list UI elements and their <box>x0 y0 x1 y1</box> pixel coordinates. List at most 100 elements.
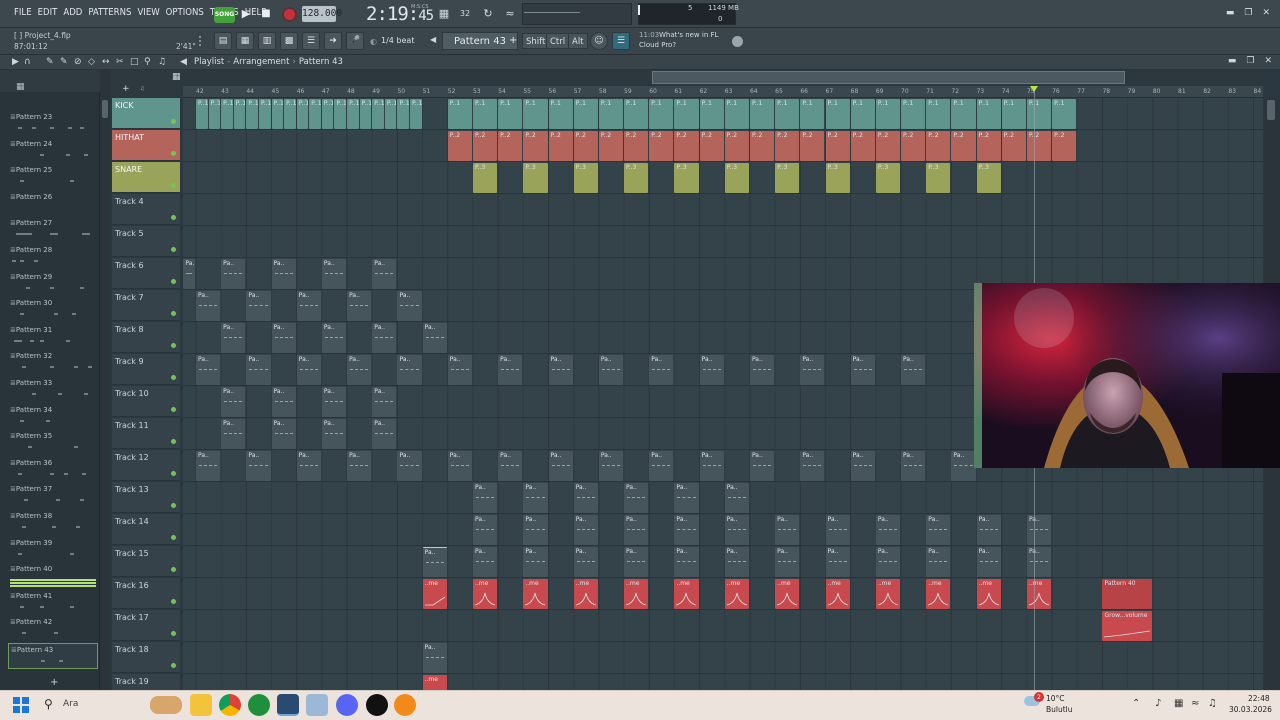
pattern-clip[interactable]: Pa.. <box>397 451 422 481</box>
menu-add[interactable]: ADD <box>63 7 82 18</box>
pattern-clip[interactable]: Pa.. <box>901 451 926 481</box>
pattern-clip[interactable]: Pa.. <box>422 547 447 577</box>
pattern-clip[interactable]: P..1 <box>749 99 775 129</box>
mixer-icon[interactable]: ☰ <box>302 32 320 50</box>
pattern-clip[interactable]: P..1 <box>372 99 384 129</box>
automation-clip[interactable]: ..me <box>422 579 447 609</box>
pattern-clip[interactable]: Pa.. <box>926 547 951 577</box>
pattern-clip[interactable]: Pa.. <box>598 355 624 385</box>
snap-select[interactable]: 1/4 beat <box>381 36 414 45</box>
automation-clip[interactable]: ..me <box>825 579 850 609</box>
pattern-clip[interactable]: Pa.. <box>422 643 447 673</box>
song-mode-toggle[interactable]: SONG <box>214 7 235 23</box>
pattern-clip[interactable]: Pa.. <box>825 547 850 577</box>
discord-icon[interactable] <box>336 694 358 716</box>
ctrl-key-button[interactable]: Ctrl <box>546 33 570 49</box>
pattern-clip[interactable]: P..2 <box>775 131 800 161</box>
pattern-clip[interactable]: Pa.. <box>183 259 195 289</box>
pattern-clip[interactable]: P..1 <box>498 99 523 129</box>
add-track-icon[interactable]: + <box>122 84 130 94</box>
add-pattern-icon[interactable]: + <box>509 35 517 46</box>
pattern-clip[interactable]: Pa.. <box>649 355 674 385</box>
playlist-minimize-icon[interactable]: ▬ <box>1228 56 1237 66</box>
pattern-clip[interactable]: P..2 <box>951 131 976 161</box>
file-explorer-icon[interactable] <box>190 694 212 716</box>
playlist-icon[interactable]: ▤ <box>214 32 232 50</box>
pattern-clip[interactable]: P..2 <box>976 131 1001 161</box>
pattern-clip[interactable]: P..1 <box>196 99 208 129</box>
weather-temperature[interactable]: 10°C <box>1046 694 1065 703</box>
pattern-clip[interactable]: P..2 <box>850 131 875 161</box>
track-mute-led[interactable] <box>171 567 176 572</box>
pattern-clip[interactable]: Pa.. <box>1026 515 1052 545</box>
pattern-clip[interactable]: P..2 <box>926 131 951 161</box>
pattern-clip[interactable]: P..1 <box>875 99 901 129</box>
pattern-selector[interactable]: Pattern 43 <box>442 32 518 50</box>
plugin-icon[interactable]: ➜ <box>324 32 342 50</box>
track-mute-led[interactable] <box>171 119 176 124</box>
track-mute-led[interactable] <box>171 215 176 220</box>
pattern-clip[interactable]: P..2 <box>1001 131 1026 161</box>
select-tool-icon[interactable]: □ <box>130 57 139 67</box>
pattern-clip[interactable]: P..1 <box>825 99 850 129</box>
pattern-clip[interactable]: Pa.. <box>447 451 472 481</box>
pattern-clip[interactable]: Pa.. <box>246 355 271 385</box>
news-icon[interactable] <box>732 36 743 47</box>
pattern-item[interactable]: Pattern 40 <box>8 563 98 589</box>
menu-patterns[interactable]: PATTERNS <box>88 7 131 18</box>
track-mute-led[interactable] <box>171 631 176 636</box>
pattern-clip[interactable]: Pa.. <box>372 387 397 417</box>
pattern-clip[interactable]: Pa.. <box>271 259 296 289</box>
track-header[interactable]: HITHAT <box>112 130 180 161</box>
pattern-item[interactable]: Pattern 37 <box>8 483 98 509</box>
pattern-item[interactable]: Pattern 24 <box>8 138 98 164</box>
pattern-item[interactable]: Pattern 26 <box>8 191 98 217</box>
pattern-clip[interactable]: Pa.. <box>246 291 271 321</box>
slip-tool-icon[interactable]: ↔ <box>102 57 110 67</box>
pattern-clip[interactable]: Pa.. <box>472 515 498 545</box>
pattern-clip[interactable]: P..1 <box>472 99 498 129</box>
menu-view[interactable]: VIEW <box>137 7 159 18</box>
pattern-clip[interactable]: Pa.. <box>422 323 447 353</box>
pattern-clip[interactable]: Pa.. <box>775 515 800 545</box>
pattern-clip[interactable]: Pa.. <box>548 451 573 481</box>
playback-tool-icon[interactable]: ♫ <box>158 57 166 67</box>
widget-image-icon[interactable] <box>150 696 182 714</box>
pattern-clip[interactable]: Pa.. <box>951 451 976 481</box>
track-header[interactable]: Track 10 <box>112 386 180 417</box>
channel-rack-icon[interactable]: ▦ <box>236 32 254 50</box>
pattern-item[interactable]: Pattern 41 <box>8 590 98 616</box>
track-header[interactable]: Track 9 <box>112 354 180 385</box>
playlist-close-icon[interactable]: ✕ <box>1264 56 1272 66</box>
pattern-clip[interactable]: P..1 <box>284 99 296 129</box>
pattern-clip[interactable]: Pa.. <box>221 323 246 353</box>
pattern-clip[interactable]: Pa.. <box>321 419 347 449</box>
pattern-clip[interactable]: Pa.. <box>624 483 649 513</box>
pattern-clip[interactable]: P..3 <box>573 163 598 193</box>
pattern-clip[interactable]: Pa.. <box>472 547 498 577</box>
pattern-clip[interactable]: P..3 <box>875 163 901 193</box>
tray-expand-icon[interactable]: ⌃ <box>1132 698 1140 709</box>
pattern-clip[interactable]: Pa.. <box>271 323 296 353</box>
pattern-clip[interactable]: Pa.. <box>875 547 901 577</box>
windows-start-icon[interactable] <box>13 697 29 713</box>
track-header[interactable]: Track 6 <box>112 258 180 289</box>
pattern-clip[interactable]: P..3 <box>775 163 800 193</box>
settings-app-icon[interactable] <box>306 694 328 716</box>
piano-roll-icon[interactable]: ▥ <box>258 32 276 50</box>
pattern-item[interactable]: Pattern 25 <box>8 164 98 190</box>
pattern-clip[interactable]: Pa.. <box>724 483 749 513</box>
pattern-clip[interactable]: Pa.. <box>523 483 548 513</box>
track-mute-led[interactable] <box>171 439 176 444</box>
track-header[interactable]: Track 18 <box>112 642 180 673</box>
pattern-clip[interactable]: P..2 <box>825 131 850 161</box>
pattern-clip[interactable]: P..2 <box>649 131 674 161</box>
pattern-clip[interactable]: Pa.. <box>271 387 296 417</box>
pattern-clip[interactable]: Pa.. <box>221 419 246 449</box>
pattern-clip[interactable]: P..2 <box>472 131 498 161</box>
pattern-clip[interactable]: P..1 <box>926 99 951 129</box>
pattern-clip[interactable]: P..3 <box>674 163 699 193</box>
play-button[interactable]: ▶ <box>238 5 254 23</box>
track-header[interactable]: Track 16 <box>112 578 180 609</box>
pattern-clip[interactable]: P..1 <box>649 99 674 129</box>
